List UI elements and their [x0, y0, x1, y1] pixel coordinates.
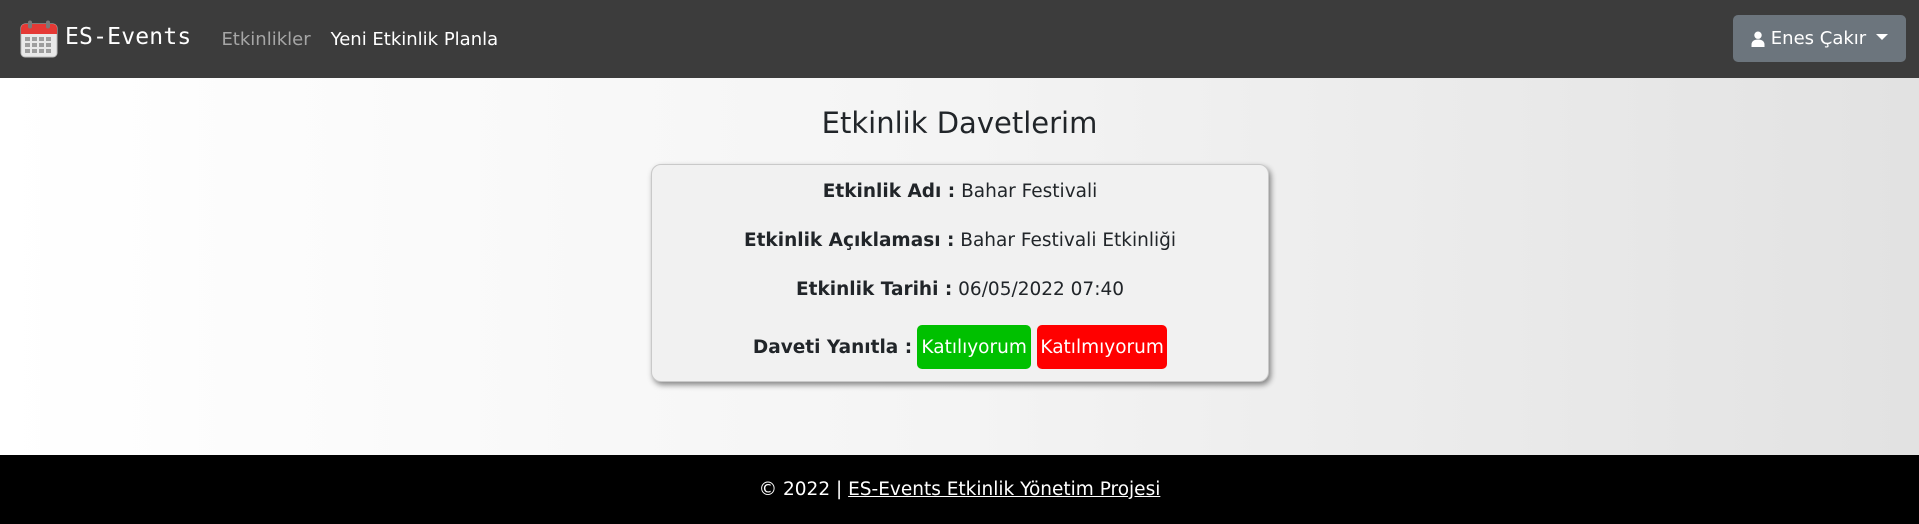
chevron-down-icon	[1876, 33, 1889, 40]
calendar-icon	[20, 20, 58, 58]
user-menu-button[interactable]: Enes Çakır	[1733, 15, 1906, 62]
main-content: Etkinlik Davetlerim Etkinlik Adı : Bahar…	[0, 78, 1919, 455]
decline-button[interactable]: Katılmıyorum	[1037, 325, 1168, 369]
nav-link-etkinlikler[interactable]: Etkinlikler	[221, 29, 310, 50]
event-date-label: Etkinlik Tarihi :	[796, 279, 953, 300]
event-date-row: Etkinlik Tarihi : 06/05/2022 07:40	[652, 279, 1268, 300]
event-name-row: Etkinlik Adı : Bahar Festivali	[652, 181, 1268, 202]
reply-row: Daveti Yanıtla : Katılıyorum Katılmıyoru…	[652, 325, 1268, 369]
invitation-card: Etkinlik Adı : Bahar Festivali Etkinlik …	[651, 164, 1269, 382]
event-description-row: Etkinlik Açıklaması : Bahar Festivali Et…	[652, 230, 1268, 251]
nav-link-yeni-etkinlik-planla[interactable]: Yeni Etkinlik Planla	[331, 29, 499, 50]
user-name: Enes Çakır	[1770, 28, 1867, 49]
footer-project-link[interactable]: ES-Events Etkinlik Yönetim Projesi	[848, 479, 1160, 500]
navbar: ES-Events Etkinlikler Yeni Etkinlik Plan…	[0, 0, 1919, 78]
event-description-label: Etkinlik Açıklaması :	[743, 230, 955, 251]
event-name-value: Bahar Festivali	[961, 181, 1098, 202]
brand-link[interactable]: ES-Events	[20, 20, 191, 58]
event-date-value: 06/05/2022 07:40	[958, 279, 1124, 300]
event-name-label: Etkinlik Adı :	[822, 181, 956, 202]
page-title: Etkinlik Davetlerim	[821, 106, 1098, 140]
reply-label: Daveti Yanıtla :	[752, 336, 913, 358]
user-icon	[1751, 31, 1765, 47]
footer: © 2022 | ES-Events Etkinlik Yönetim Proj…	[0, 455, 1919, 524]
brand-name: ES-Events	[65, 24, 192, 50]
footer-copyright: © 2022 |	[758, 479, 843, 500]
accept-button[interactable]: Katılıyorum	[917, 325, 1032, 369]
event-description-value: Bahar Festivali Etkinliği	[960, 230, 1177, 251]
